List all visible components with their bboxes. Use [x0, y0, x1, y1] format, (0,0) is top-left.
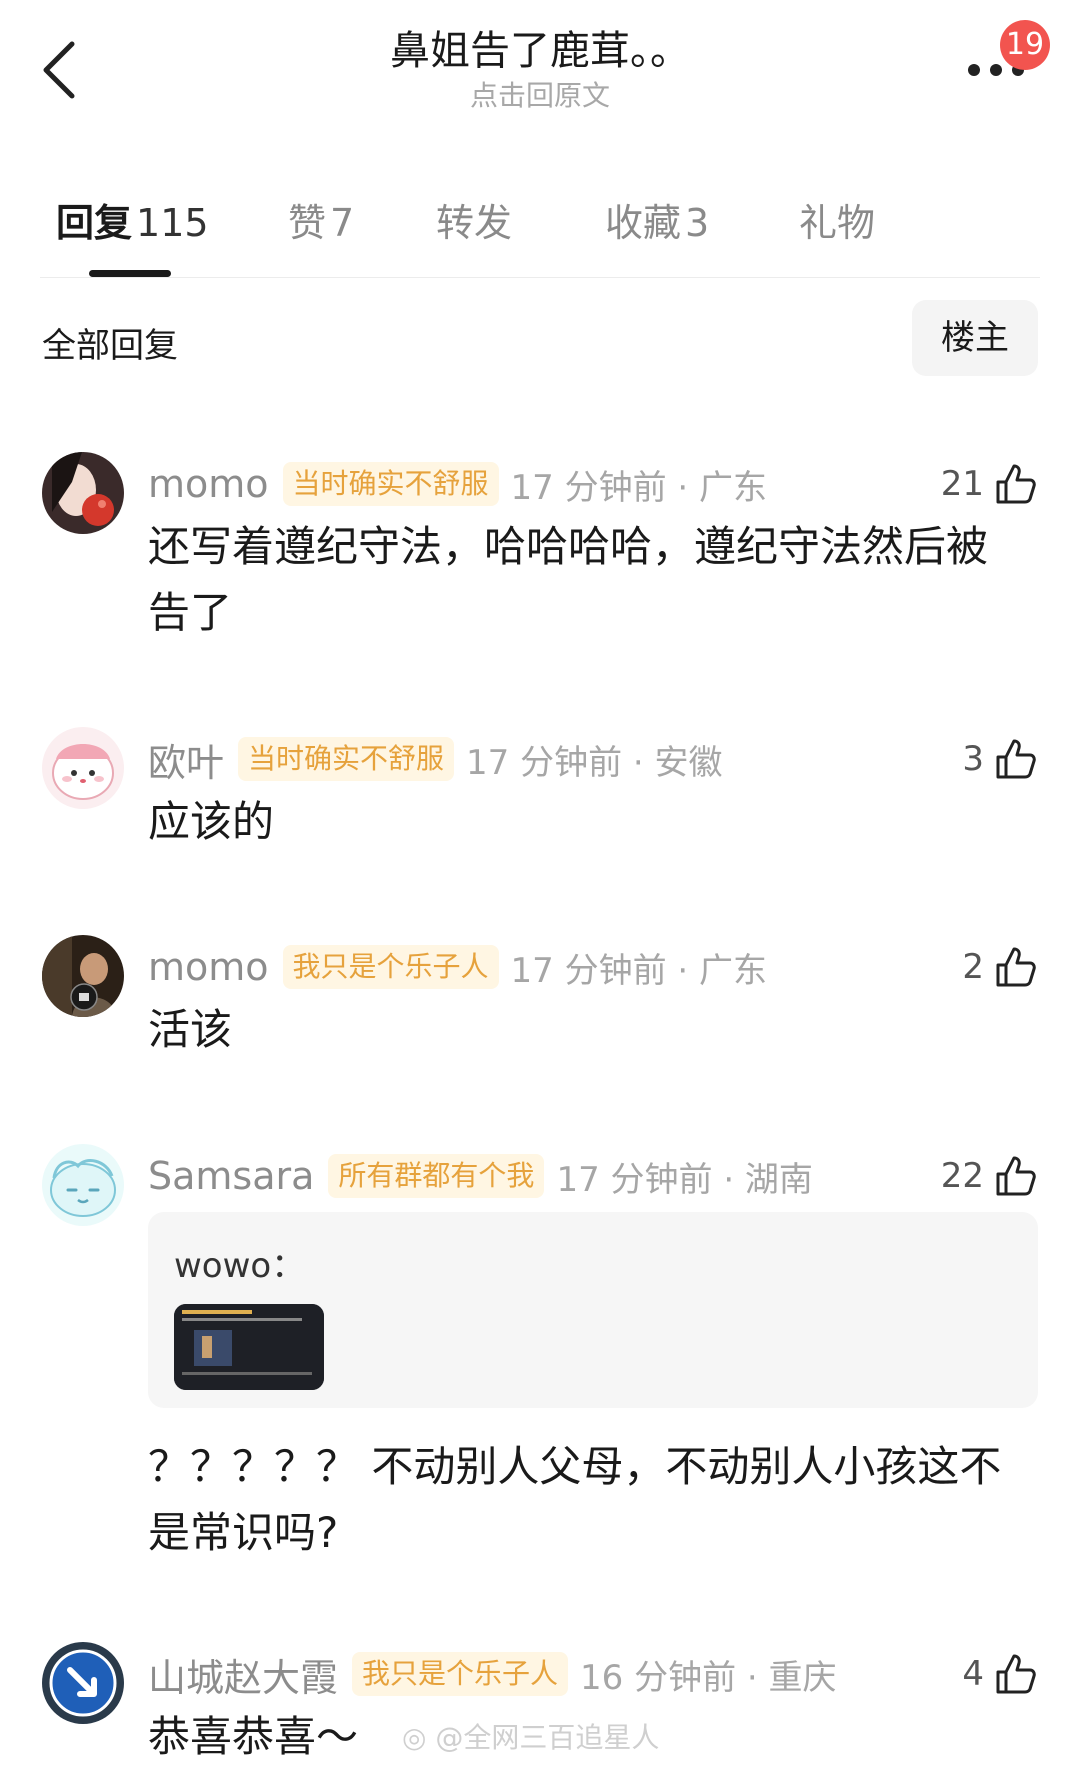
username[interactable]: momo: [148, 945, 269, 989]
timestamp-location: 16 分钟前 · 重庆: [580, 1657, 837, 1698]
avatar-image: [42, 727, 124, 809]
more-dot: [990, 64, 1002, 76]
tab-label: 收藏: [605, 201, 682, 245]
view-original-link[interactable]: 点击回原文: [0, 78, 1080, 114]
notification-badge: 19: [1000, 20, 1050, 70]
thumbs-up-icon: [996, 1654, 1036, 1694]
tab-gifts[interactable]: 礼物: [799, 192, 875, 247]
like-count: 4: [962, 1654, 984, 1694]
comment-text: 活该: [148, 1005, 233, 1054]
avatar[interactable]: [42, 452, 124, 534]
avatar[interactable]: [42, 1642, 124, 1724]
tab-bar: 回复 115 赞7 转发 收藏 3 礼物: [0, 180, 1080, 280]
tab-favorites[interactable]: 收藏 3: [605, 192, 709, 247]
comment-meta: Samsara 所有群都有个我 17 分钟前 · 湖南: [148, 1148, 813, 1204]
quoted-reply[interactable]: wowo：: [148, 1212, 1038, 1408]
user-tag: 当时确实不舒服: [238, 737, 455, 781]
like-button[interactable]: 3: [962, 731, 1040, 787]
timestamp-location: 17 分钟前 · 广东: [510, 950, 768, 991]
user-tag: 我只是个乐子人: [282, 945, 499, 989]
avatar[interactable]: [42, 727, 124, 809]
timestamp-location: 17 分钟前 · 安徽: [466, 742, 723, 783]
like-count: 22: [940, 1156, 984, 1196]
tab-likes[interactable]: 赞7: [288, 192, 354, 247]
user-tag: 当时确实不舒服: [282, 462, 499, 506]
avatar[interactable]: [42, 1144, 124, 1226]
quote-author: wowo：: [174, 1246, 306, 1286]
page-title: 鼻姐告了鹿茸。。: [390, 28, 690, 74]
tab-count: 115: [136, 201, 209, 245]
weibo-watermark: ◎ @全网三百追星人: [402, 1716, 659, 1756]
like-count: 3: [962, 739, 984, 779]
divider: [40, 277, 1040, 278]
avatar-image: [42, 452, 124, 534]
all-replies-label: 全部回复: [42, 326, 178, 366]
avatar-image: [42, 935, 124, 1017]
thumbs-up-icon: [996, 1156, 1036, 1196]
user-tag: 我只是个乐子人: [352, 1652, 569, 1696]
tab-count: 3: [685, 201, 710, 245]
like-button[interactable]: 22: [941, 1148, 1040, 1204]
thumbs-up-icon: [996, 739, 1036, 779]
thumbs-up-icon: [996, 464, 1036, 504]
top-bar: 鼻姐告了鹿茸。。 点击回原文 19: [0, 0, 1080, 140]
user-tag: 所有群都有个我: [328, 1154, 545, 1198]
comment-text: 还写着遵纪守法，哈哈哈哈，遵纪守法然后被告了: [148, 522, 989, 637]
like-button[interactable]: 21: [941, 456, 1040, 512]
tab-replies[interactable]: 回复 115: [56, 192, 209, 247]
screenshot-image: [174, 1304, 324, 1390]
username[interactable]: 山城赵大霞: [148, 1647, 338, 1702]
tab-count: 7: [330, 201, 355, 245]
username[interactable]: Samsara: [148, 1154, 314, 1198]
tab-label: 转发: [436, 201, 513, 245]
avatar[interactable]: [42, 935, 124, 1017]
active-tab-indicator: [89, 270, 171, 277]
tab-reposts[interactable]: 转发: [436, 192, 512, 247]
avatar-image: [42, 1144, 124, 1226]
more-dot: [968, 64, 980, 76]
timestamp-location: 17 分钟前 · 广东: [510, 467, 768, 508]
avatar-image: [42, 1642, 124, 1724]
username[interactable]: momo: [148, 462, 269, 506]
weibo-logo-icon: ◎: [402, 1721, 427, 1754]
tab-label: 赞: [288, 201, 327, 245]
quoted-screenshot-thumbnail[interactable]: [174, 1304, 324, 1390]
thumbs-up-icon: [996, 947, 1036, 987]
comment-meta: momo 当时确实不舒服 17 分钟前 · 广东: [148, 456, 767, 512]
like-button[interactable]: 2: [962, 939, 1040, 995]
comment-meta: 山城赵大霞 我只是个乐子人 16 分钟前 · 重庆: [148, 1646, 837, 1702]
comment-meta: 欧叶 当时确实不舒服 17 分钟前 · 安徽: [148, 731, 723, 787]
like-count: 2: [962, 947, 984, 987]
username[interactable]: 欧叶: [148, 732, 224, 787]
like-count: 21: [940, 464, 984, 504]
tab-label: 回复: [56, 201, 133, 245]
watermark-text: @全网三百追星人: [435, 1721, 660, 1754]
comment-text: 应该的: [148, 797, 275, 846]
timestamp-location: 17 分钟前 · 湖南: [556, 1159, 813, 1200]
comment-meta: momo 我只是个乐子人 17 分钟前 · 广东: [148, 939, 767, 995]
comment-text: ？？？？？ 不动别人父母，不动别人小孩这不是常识吗?: [148, 1442, 1002, 1557]
op-only-button[interactable]: 楼主: [912, 300, 1038, 376]
like-button[interactable]: 4: [962, 1646, 1040, 1702]
tab-label: 礼物: [799, 201, 876, 245]
title-block: 鼻姐告了鹿茸。。 点击回原文: [0, 24, 1080, 114]
